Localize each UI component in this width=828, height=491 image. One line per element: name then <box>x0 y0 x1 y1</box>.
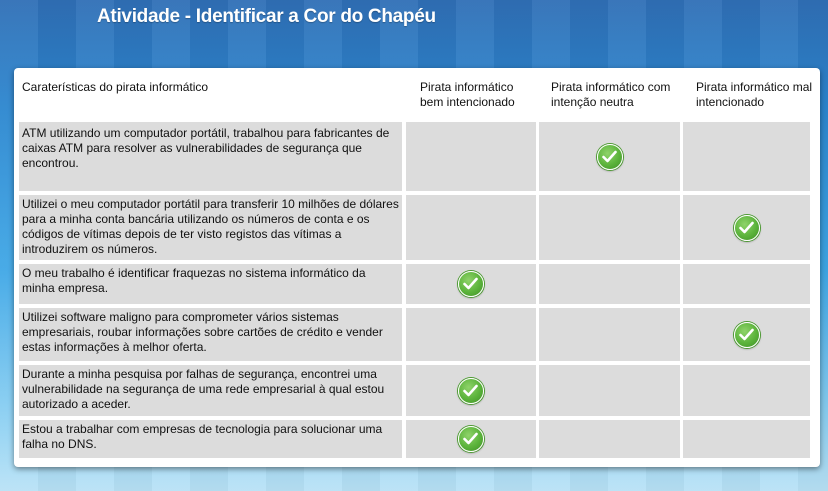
drop-zone-gray-hat[interactable] <box>539 264 680 304</box>
characteristic-text[interactable]: Estou a trabalhar com empresas de tecnol… <box>19 420 402 458</box>
check-circle-icon <box>596 143 623 170</box>
header-characteristics: Caraterísticas do pirata informático <box>22 80 209 94</box>
drop-zone-black-hat[interactable] <box>683 264 810 304</box>
drop-zone-white-hat[interactable] <box>406 195 536 260</box>
characteristic-text[interactable]: O meu trabalho é identificar fraquezas n… <box>19 264 402 304</box>
drop-zone-white-hat[interactable] <box>406 264 536 304</box>
table-header: Caraterísticas do pirata informático Pir… <box>14 68 820 120</box>
check-circle-icon <box>458 377 484 404</box>
drop-zone-black-hat[interactable] <box>683 122 810 191</box>
drop-zone-gray-hat[interactable] <box>539 195 680 260</box>
check-circle-icon <box>458 426 484 452</box>
check-circle-icon <box>458 271 484 297</box>
drop-zone-gray-hat[interactable] <box>539 122 680 191</box>
drop-zone-gray-hat[interactable] <box>539 365 680 416</box>
drop-zone-white-hat[interactable] <box>406 308 536 361</box>
drop-zone-white-hat[interactable] <box>406 365 536 416</box>
drop-zone-black-hat[interactable] <box>683 308 810 361</box>
header-gray-hat: Pirata informático com intenção neutra <box>551 80 671 109</box>
check-circle-icon <box>733 321 760 348</box>
drop-zone-black-hat[interactable] <box>683 365 810 416</box>
header-white-hat: Pirata informático bem intencionado <box>420 80 515 109</box>
drop-zone-white-hat[interactable] <box>406 122 536 191</box>
drop-zone-gray-hat[interactable] <box>539 308 680 361</box>
drop-zone-white-hat[interactable] <box>406 420 536 458</box>
drop-zone-black-hat[interactable] <box>683 195 810 260</box>
characteristic-text[interactable]: Utilizei o meu computador portátil para … <box>19 195 402 260</box>
characteristic-text[interactable]: Durante a minha pesquisa por falhas de s… <box>19 365 402 416</box>
characteristic-text[interactable]: Utilizei software maligno para compromet… <box>19 308 402 361</box>
header-black-hat: Pirata informático mal intencionado <box>696 80 813 109</box>
activity-panel: Caraterísticas do pirata informático Pir… <box>14 68 820 467</box>
drop-zone-black-hat[interactable] <box>683 420 810 458</box>
drop-zone-gray-hat[interactable] <box>539 420 680 458</box>
check-circle-icon <box>733 214 760 241</box>
page-title: Atividade - Identificar a Cor do Chapéu <box>97 6 436 27</box>
characteristic-text[interactable]: ATM utilizando um computador portátil, t… <box>19 122 402 191</box>
